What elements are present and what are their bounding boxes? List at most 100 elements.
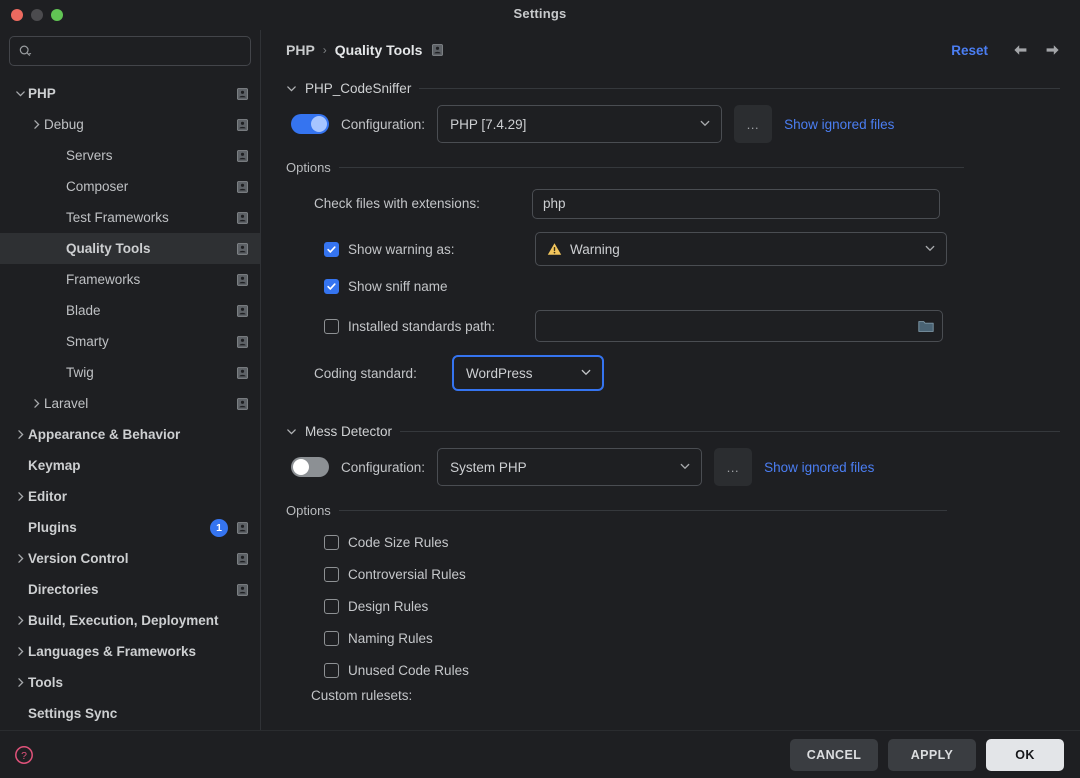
installed-standards-input[interactable]: [535, 310, 943, 342]
window-title: Settings: [513, 6, 567, 21]
sidebar-item-tools[interactable]: Tools: [0, 667, 260, 698]
search-box[interactable]: [9, 36, 251, 66]
messdetector-rules-list: Code Size Rules Controversial Rules Design…: [286, 526, 1060, 686]
chevron-right-icon[interactable]: [12, 677, 28, 688]
help-circle-icon[interactable]: ?: [14, 745, 34, 765]
rule-checkbox-code-size-rules[interactable]: [324, 534, 339, 550]
installed-standards-label: Installed standards path:: [348, 318, 496, 334]
search-input[interactable]: [37, 43, 242, 59]
messdetector-show-ignored-files-link[interactable]: Show ignored files: [764, 460, 874, 475]
show-warning-label: Show warning as:: [348, 241, 455, 257]
rule-checkbox-design-rules[interactable]: [324, 598, 339, 614]
rule-label: Naming Rules: [348, 630, 433, 646]
project-scope-icon: [237, 552, 248, 565]
rule-checkbox-naming-rules[interactable]: [324, 630, 339, 646]
apply-button[interactable]: APPLY: [888, 738, 976, 771]
sidebar-item-label: Frameworks: [66, 272, 141, 287]
chevron-right-icon[interactable]: [12, 646, 28, 657]
settings-window: Settings PHP Debug Servers Composer Test Fra: [0, 0, 1080, 778]
project-scope-icon: [237, 521, 248, 534]
window-body: PHP Debug Servers Composer Test Frameworks Qu…: [0, 30, 1080, 730]
arrow-left-icon[interactable]: [1008, 38, 1032, 62]
sidebar-item-languages-frameworks[interactable]: Languages & Frameworks: [0, 636, 260, 667]
reset-link[interactable]: Reset: [951, 43, 988, 58]
sidebar-item-label: Editor: [28, 489, 67, 504]
project-scope-icon: [237, 211, 248, 224]
chevron-down-icon[interactable]: [12, 88, 28, 99]
sidebar-item-label: Smarty: [66, 334, 109, 349]
project-scope-icon: [237, 335, 248, 348]
settings-tree: PHP Debug Servers Composer Test Frameworks Qu…: [0, 76, 260, 730]
project-scope-icon: [237, 583, 248, 596]
coding-standard-label: Coding standard:: [314, 365, 417, 381]
sidebar-item-laravel[interactable]: Laravel: [0, 388, 260, 419]
arrow-right-icon[interactable]: [1040, 38, 1064, 62]
folder-icon[interactable]: [918, 319, 934, 333]
project-scope-icon: [237, 397, 248, 410]
rule-row: Naming Rules: [286, 622, 1060, 654]
installed-standards-checkbox[interactable]: [324, 318, 339, 334]
show-sniff-name-checkbox[interactable]: [324, 278, 339, 294]
options-divider: [338, 166, 964, 168]
codesniffer-show-ignored-files-link[interactable]: Show ignored files: [784, 117, 894, 132]
coding-standard-select[interactable]: WordPress: [452, 355, 604, 391]
codesniffer-section-header[interactable]: PHP_CodeSniffer: [286, 75, 1060, 101]
project-scope-icon: [237, 118, 248, 131]
codesniffer-enable-toggle[interactable]: [291, 114, 329, 134]
messdetector-options-header: Options: [286, 498, 1060, 522]
rule-label: Design Rules: [348, 598, 429, 614]
sidebar-item-label: Build, Execution, Deployment: [28, 613, 219, 628]
sidebar-item-debug[interactable]: Debug: [0, 109, 260, 140]
sidebar-item-frameworks[interactable]: Frameworks: [0, 264, 260, 295]
sidebar-item-twig[interactable]: Twig: [0, 357, 260, 388]
chevron-right-icon[interactable]: [12, 491, 28, 502]
codesniffer-browse-button[interactable]: …: [734, 105, 773, 143]
cancel-button[interactable]: CANCEL: [790, 738, 878, 771]
sidebar-item-build-execution-deployment[interactable]: Build, Execution, Deployment: [0, 605, 260, 636]
breadcrumb-separator: ›: [322, 43, 327, 57]
sidebar-item-label: Test Frameworks: [66, 210, 169, 225]
sidebar-item-label: Languages & Frameworks: [28, 644, 197, 659]
sidebar-item-keymap[interactable]: Keymap: [0, 450, 260, 481]
chevron-right-icon[interactable]: [12, 553, 28, 564]
sidebar-item-editor[interactable]: Editor: [0, 481, 260, 512]
sidebar-item-test-frameworks[interactable]: Test Frameworks: [0, 202, 260, 233]
chevron-right-icon[interactable]: [12, 615, 28, 626]
sidebar-item-composer[interactable]: Composer: [0, 171, 260, 202]
codesniffer-configuration-value: PHP [7.4.29]: [450, 116, 527, 132]
chevron-right-icon[interactable]: [28, 398, 44, 409]
sidebar-item-servers[interactable]: Servers: [0, 140, 260, 171]
sidebar-item-plugins[interactable]: Plugins 1: [0, 512, 260, 543]
codesniffer-config-row: Configuration: PHP [7.4.29] … Show ignor…: [286, 101, 1060, 147]
sidebar-item-settings-sync[interactable]: Settings Sync: [0, 698, 260, 729]
installed-standards-row: Installed standards path:: [286, 307, 1060, 345]
coding-standard-value: WordPress: [466, 365, 533, 381]
rule-checkbox-controversial-rules[interactable]: [324, 566, 339, 582]
section-divider: [400, 430, 1060, 432]
messdetector-browse-button[interactable]: …: [714, 448, 753, 486]
sidebar-item-blade[interactable]: Blade: [0, 295, 260, 326]
chevron-down-icon: [286, 426, 297, 437]
extensions-input[interactable]: php: [532, 188, 940, 219]
chevron-right-icon[interactable]: [12, 429, 28, 440]
sidebar-item-smarty[interactable]: Smarty: [0, 326, 260, 357]
rule-row: Design Rules: [286, 590, 1060, 622]
breadcrumb-root[interactable]: PHP: [286, 42, 315, 58]
sidebar-item-directories[interactable]: Directories: [0, 574, 260, 605]
codesniffer-configuration-select[interactable]: PHP [7.4.29]: [437, 105, 723, 143]
sidebar-item-quality-tools[interactable]: Quality Tools: [0, 233, 260, 264]
sidebar-item-appearance-behavior[interactable]: Appearance & Behavior: [0, 419, 260, 450]
sidebar-item-label: PHP: [28, 86, 56, 101]
chevron-right-icon[interactable]: [28, 119, 44, 130]
sidebar-item-php[interactable]: PHP: [0, 78, 260, 109]
chevron-down-icon: [924, 242, 936, 257]
rule-checkbox-unused-code-rules[interactable]: [324, 662, 339, 678]
sidebar-item-version-control[interactable]: Version Control: [0, 543, 260, 574]
messdetector-enable-toggle[interactable]: [291, 457, 329, 477]
messdetector-configuration-select[interactable]: System PHP: [437, 448, 703, 486]
chevron-down-icon: [286, 83, 297, 94]
ok-button[interactable]: OK: [986, 738, 1064, 771]
warning-severity-select[interactable]: Warning: [535, 232, 947, 266]
show-warning-checkbox[interactable]: [324, 241, 339, 257]
messdetector-section-header[interactable]: Mess Detector: [286, 418, 1060, 444]
